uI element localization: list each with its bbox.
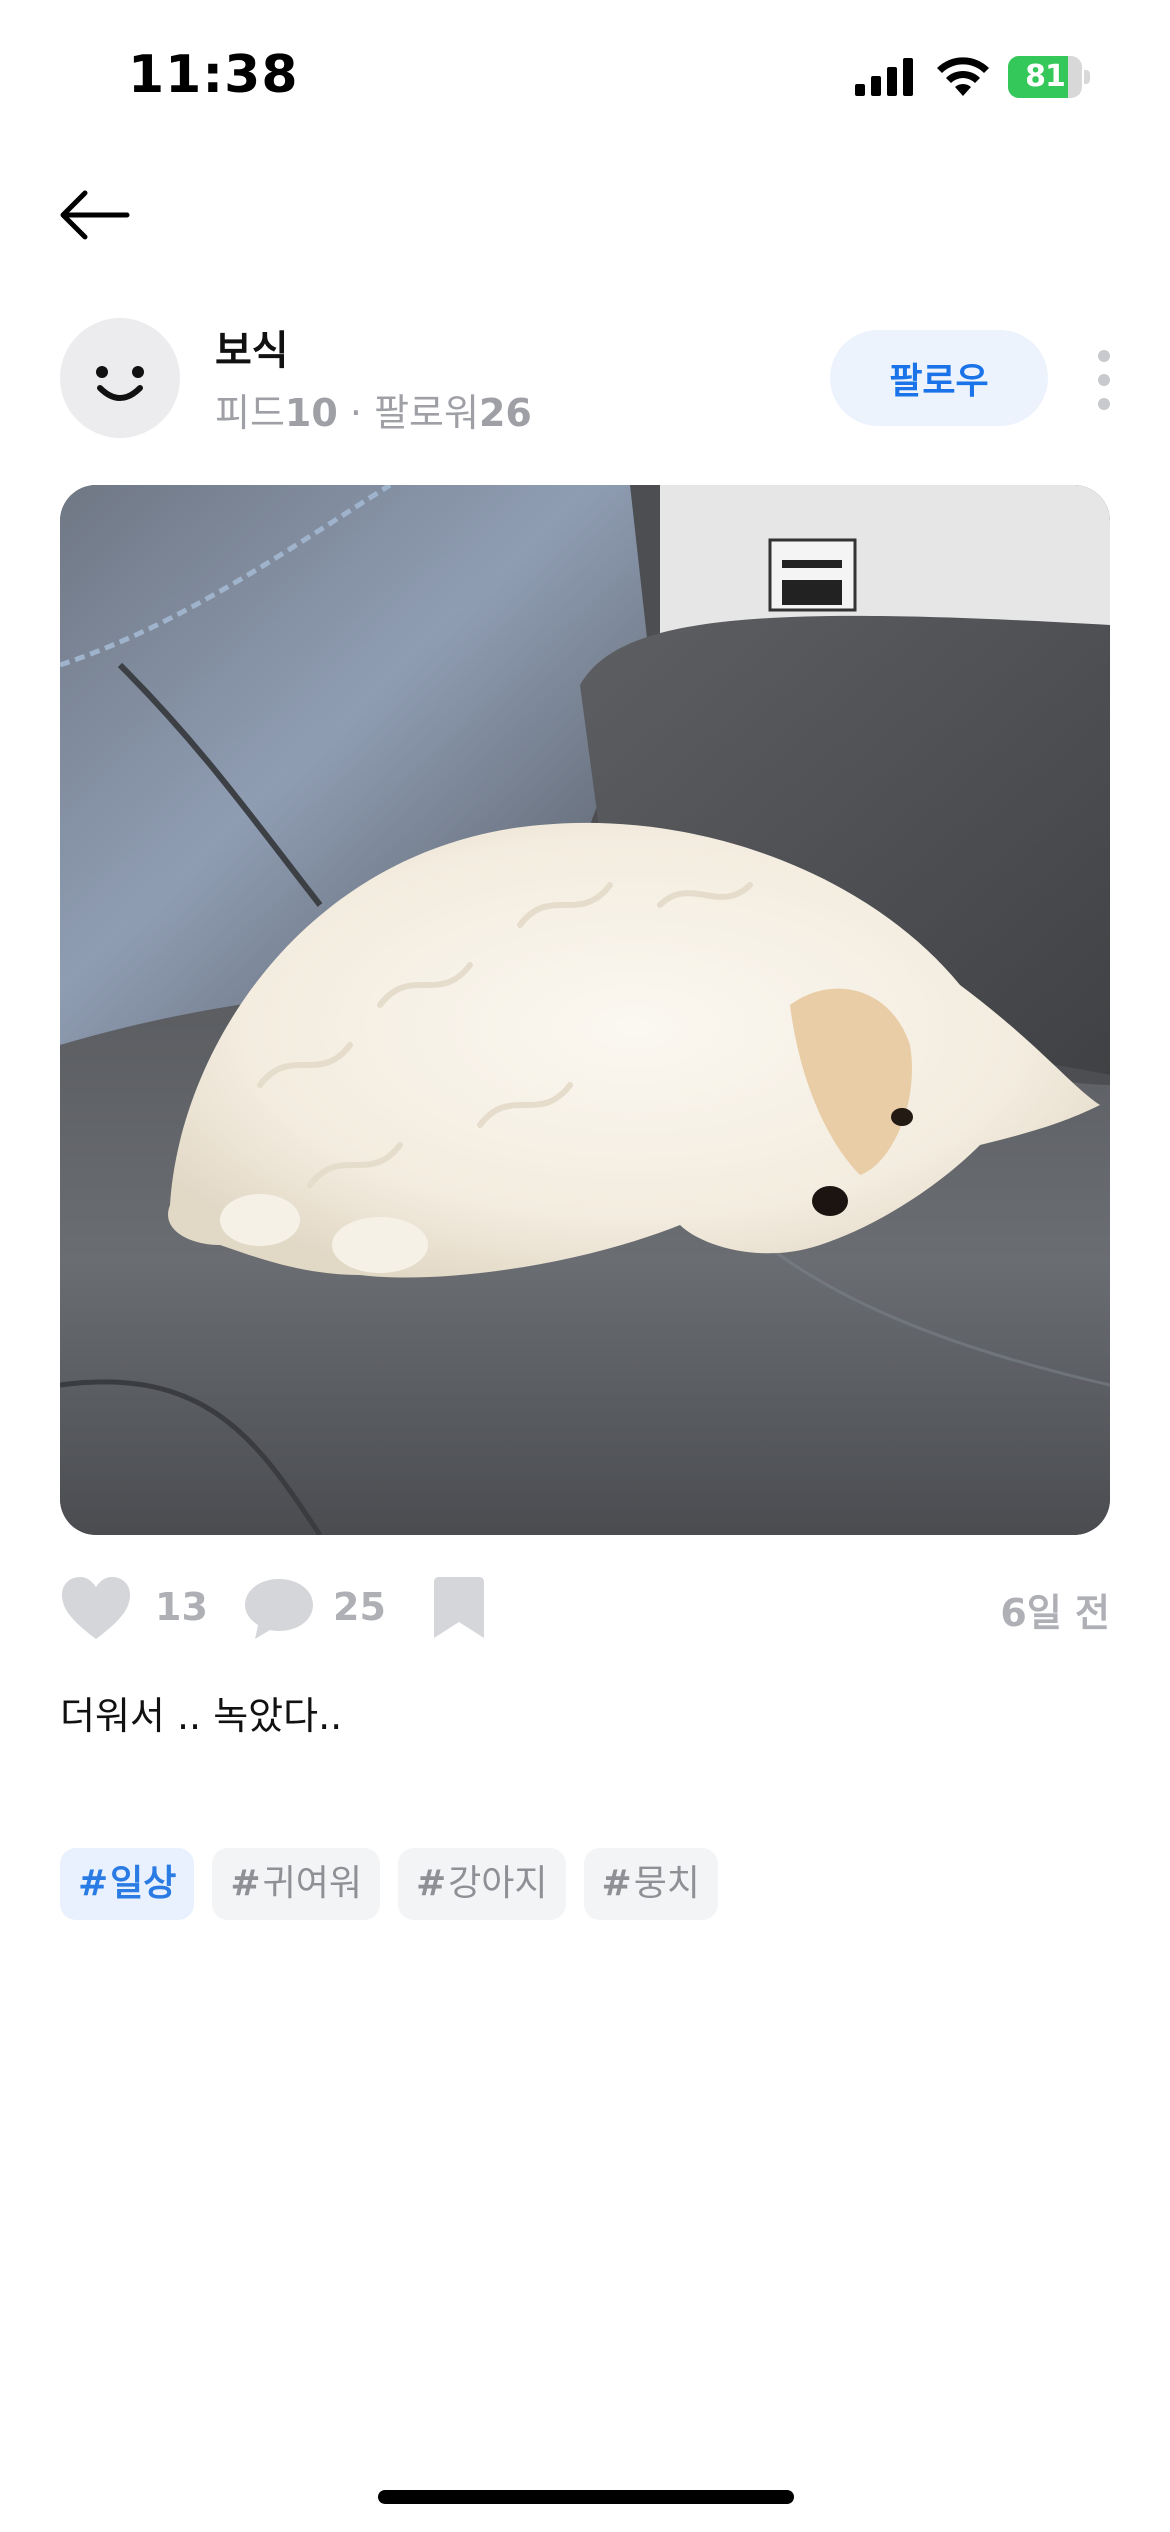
username[interactable]: 보식 (215, 318, 289, 376)
like-count: 13 (155, 1585, 208, 1629)
speech-bubble-icon (245, 1579, 313, 1639)
follower-label: 팔로워 (374, 391, 479, 435)
hashtag-item[interactable]: #귀여워 (212, 1848, 380, 1920)
bookmark-button[interactable] (430, 1576, 488, 1640)
feed-count: 10 (284, 391, 338, 435)
avatar[interactable] (60, 318, 180, 438)
status-time: 11:38 (128, 45, 299, 105)
battery-level: 81 (1025, 59, 1066, 94)
hashtag-item[interactable]: #일상 (60, 1848, 195, 1920)
smiley-face-icon (96, 366, 144, 401)
feed-label: 피드 (215, 391, 285, 435)
dog-photo-image (60, 485, 1110, 1535)
comment-count: 25 (333, 1585, 386, 1629)
follower-count: 26 (478, 391, 532, 435)
profile-stats: 피드10 · 팔로워26 (215, 382, 532, 437)
hashtag-list: #일상 #귀여워 #강아지 #뭉치 (60, 1848, 718, 1920)
comment-button[interactable] (243, 1575, 315, 1641)
wifi-icon (937, 57, 989, 96)
back-button[interactable] (55, 180, 135, 250)
hashtag-item[interactable]: #뭉치 (583, 1848, 718, 1920)
hashtag-item[interactable]: #강아지 (397, 1848, 566, 1920)
bookmark-icon (434, 1577, 484, 1638)
home-indicator[interactable] (378, 2490, 794, 2504)
post-time: 6일 전 (1000, 1591, 1110, 1635)
like-button[interactable] (60, 1575, 132, 1641)
battery-icon: 81 (1008, 56, 1090, 98)
follow-button[interactable]: 팔로우 (830, 330, 1048, 426)
more-vertical-icon[interactable] (1082, 340, 1126, 420)
arrow-left-icon (60, 190, 130, 240)
stats-separator: · (349, 391, 362, 435)
cellular-signal-icon (855, 58, 913, 96)
post-caption: 더워서 .. 녹았다.. (60, 1694, 343, 1738)
heart-icon (62, 1577, 130, 1639)
status-bar: 11:38 81 (0, 0, 1170, 150)
post-photo[interactable] (60, 485, 1110, 1535)
